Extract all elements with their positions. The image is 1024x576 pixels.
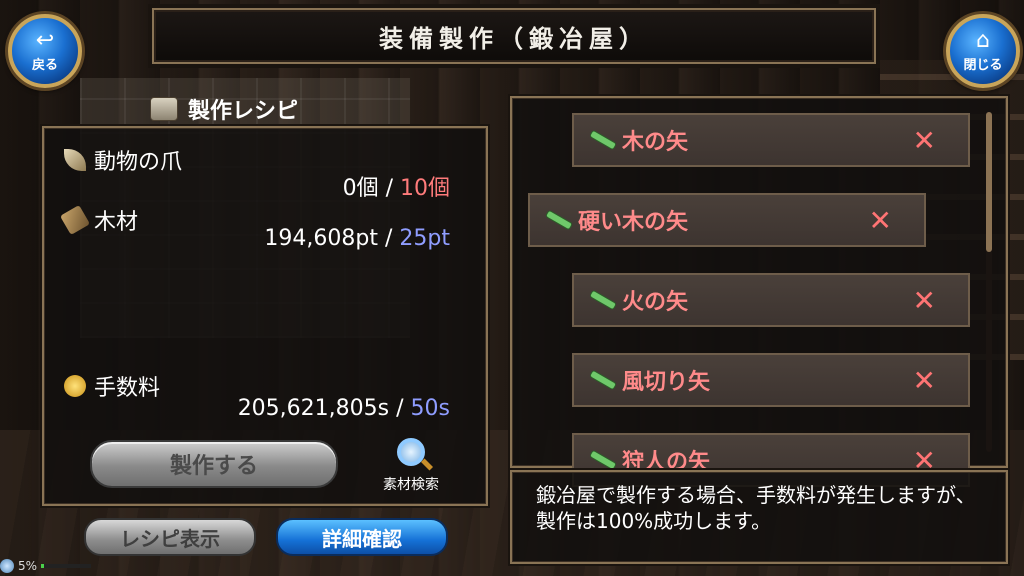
scroll-icon <box>150 97 178 121</box>
list-item[interactable]: 風切り矢 ✕ <box>572 353 970 407</box>
list-item[interactable]: 火の矢 ✕ <box>572 273 970 327</box>
material-search-label: 素材検索 <box>383 477 439 493</box>
page-title: 装備製作（鍛冶屋） <box>152 8 876 64</box>
craft-button[interactable]: 製作する <box>90 440 338 488</box>
fee-need: 50s <box>410 396 450 421</box>
back-label: 戻る <box>31 57 58 73</box>
separator: / <box>396 396 404 421</box>
arrow-icon <box>590 130 616 150</box>
arrow-icon <box>590 290 616 310</box>
material-name: 木材 <box>94 210 139 235</box>
separator: / <box>385 176 393 201</box>
back-arrow-icon: ↩ <box>35 27 55 53</box>
magnifier-icon <box>397 438 425 466</box>
fee-label: 手数料 <box>94 376 161 401</box>
material-have: 194,608pt <box>264 226 378 251</box>
recipe-view-button[interactable]: レシピ表示 <box>84 518 256 556</box>
item-name: 硬い木の矢 <box>578 210 689 235</box>
fee-row: 手数料 <box>64 370 160 402</box>
recipe-header: 製作レシピ <box>150 92 298 126</box>
arrow-icon <box>546 210 572 230</box>
back-button[interactable]: ↩ 戻る <box>8 14 82 88</box>
material-search-button[interactable]: 素材検索 <box>366 438 456 498</box>
material-need: 25pt <box>399 226 450 251</box>
material-row-wood: 木材 <box>59 204 139 236</box>
item-name: 木の矢 <box>622 130 689 155</box>
unavailable-x-icon: ✕ <box>912 283 936 317</box>
wood-icon <box>59 204 91 236</box>
material-name: 動物の爪 <box>94 150 183 175</box>
info-message: 鍛冶屋で製作する場合、手数料が発生しますが、製作は100%成功します。 <box>536 483 976 533</box>
close-label: 閉じる <box>963 57 1003 73</box>
item-list-scrollbar[interactable] <box>986 112 992 452</box>
status-bar: 5% <box>0 556 120 576</box>
close-button[interactable]: ⌂ 閉じる <box>946 14 1020 88</box>
arrow-icon <box>590 370 616 390</box>
item-name: 風切り矢 <box>622 370 711 395</box>
battery-text: 5% <box>18 559 38 573</box>
claw-icon <box>64 149 86 171</box>
battery-gauge <box>41 564 92 568</box>
coin-icon <box>64 375 86 397</box>
material-need: 10個 <box>400 176 450 201</box>
fee-have: 205,621,805s <box>237 396 390 421</box>
item-name: 火の矢 <box>622 290 689 315</box>
separator: / <box>384 226 393 251</box>
scroll-thumb[interactable] <box>986 112 992 252</box>
list-item-selected[interactable]: 硬い木の矢 ✕ <box>528 193 926 247</box>
home-icon: ⌂ <box>976 27 990 53</box>
material-amount-claw: 0個 / 10個 <box>250 170 450 202</box>
arrow-icon <box>590 450 616 470</box>
fee-amount: 205,621,805s / 50s <box>170 396 450 421</box>
material-have: 0個 <box>342 176 379 201</box>
list-item[interactable]: 木の矢 ✕ <box>572 113 970 167</box>
unavailable-x-icon: ✕ <box>912 363 936 397</box>
material-amount-wood: 194,608pt / 25pt <box>200 226 450 251</box>
details-button[interactable]: 詳細確認 <box>276 518 448 556</box>
globe-icon <box>0 559 14 573</box>
recipe-title: 製作レシピ <box>188 99 299 124</box>
material-row-claw: 動物の爪 <box>64 144 182 176</box>
unavailable-x-icon: ✕ <box>868 203 892 237</box>
unavailable-x-icon: ✕ <box>912 123 936 157</box>
battery-fill <box>41 564 44 568</box>
